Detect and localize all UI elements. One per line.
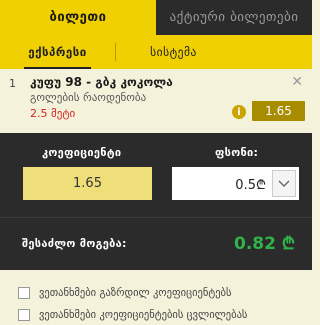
bet-type-tabs: ექსპრესი სისტემა [0, 35, 312, 69]
option-label: ვეთანხმები გაზრდილ კოეფიციენტებს [39, 287, 232, 299]
tab-ticket[interactable]: ბილეთი [0, 0, 156, 35]
tab-active-tickets[interactable]: აქტიური ბილეთები [156, 0, 312, 35]
bet-number: 1 [9, 77, 16, 90]
close-icon[interactable]: ✕ [291, 74, 303, 90]
option-label: ვეთანხმები კოეფიციენტების ცვლილებას [39, 309, 248, 321]
possible-win-value: 0.82 ₾ [234, 234, 295, 254]
possible-win-label: შესაძლო მოგება: [22, 237, 127, 250]
stake-input[interactable]: 0.5₾ [172, 167, 299, 200]
bet-market: გოლების რაოდენობა [30, 91, 147, 104]
bet-selection: 2.5 მეტი [30, 107, 76, 120]
checkbox[interactable] [18, 309, 30, 321]
coefficient-value: 1.65 [23, 167, 152, 200]
main-tabs: ბილეთი აქტიური ბილეთები [0, 0, 312, 35]
info-icon[interactable]: i [232, 105, 246, 119]
accept-odds-change-option[interactable]: ვეთანხმები კოეფიციენტების ცვლილებას [18, 308, 247, 322]
chevron-down-icon[interactable] [272, 170, 296, 197]
coefficient-label: კოეფიციენტი [42, 146, 122, 159]
stake-label: ფსონი: [215, 146, 259, 159]
bet-odd-badge: 1.65 [252, 101, 305, 121]
tab-express[interactable]: ექსპრესი [0, 35, 115, 69]
checkbox[interactable] [18, 287, 30, 299]
accept-higher-odds-option[interactable]: ვეთანხმები გაზრდილ კოეფიციენტებს [18, 286, 231, 300]
tab-system[interactable]: სისტემა [116, 35, 231, 69]
stake-value[interactable]: 0.5₾ [172, 175, 272, 193]
bet-match: კუფუ 98 - გბკ კოკოლა [30, 75, 173, 89]
